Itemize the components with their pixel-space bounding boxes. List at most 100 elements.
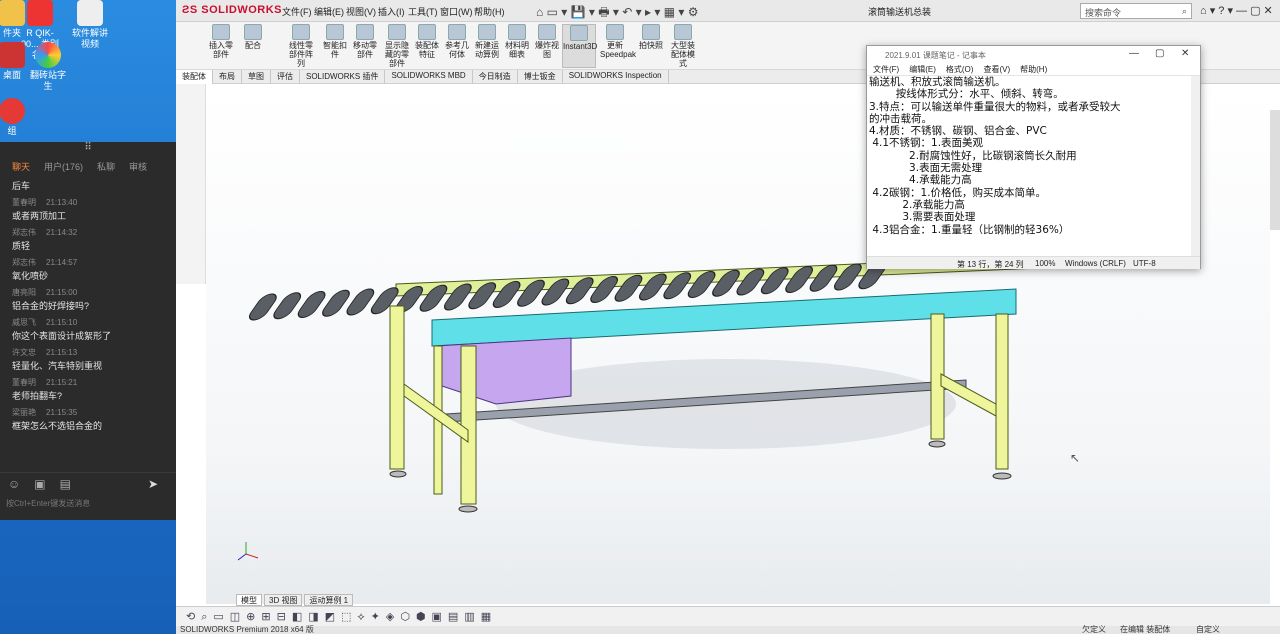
ribbon-button[interactable]: 移动零部件 [350, 24, 380, 59]
ribbon-icon [244, 24, 262, 40]
text-line: 的冲击载荷。 [869, 112, 932, 125]
notepad-scrollbar[interactable] [1191, 76, 1200, 256]
view-tools-icon[interactable]: ⟲⌕▭◫⊕⊞⊟◧◨◩⬚⟡✦◈⬡⬢▣▤▥▦ [186, 610, 497, 624]
chat-tabs: 聊天 用户(176) 私聊 审核 [0, 156, 176, 176]
screenshot-icon[interactable]: ▤ [60, 477, 71, 491]
notepad-title-bar[interactable]: 2021.9.01 课题笔记 - 记事本 — ▢ ✕ [867, 46, 1200, 64]
menu-view[interactable]: 视图(V) [346, 5, 376, 18]
np-menu-edit[interactable]: 编辑(E) [909, 64, 936, 75]
left-toolbar[interactable] [176, 84, 206, 284]
menu-window[interactable]: 窗口(W) [440, 5, 473, 18]
ribbon-icon [508, 24, 526, 40]
cm-tab[interactable]: 评估 [271, 70, 300, 84]
message-time: 21:13:40 [46, 198, 78, 207]
ribbon-button[interactable]: 材料明细表 [502, 24, 532, 59]
tab-review[interactable]: 审核 [129, 160, 147, 173]
ribbon-button[interactable]: 新建运动算例 [472, 24, 502, 59]
ribbon-button[interactable]: Instant3D [562, 24, 597, 68]
ribbon-icon [292, 24, 310, 40]
message-input[interactable]: 按Ctrl+Enter键发送消息 [0, 494, 176, 513]
leg-back-left [389, 305, 405, 470]
message-time: 21:15:00 [46, 288, 78, 297]
cm-tab[interactable]: 布局 [213, 70, 242, 84]
emoji-icon[interactable]: ☺ [8, 477, 20, 491]
chat-panel: ⠿ 聊天 用户(176) 私聊 审核 后车 董春明 21:13:40 或者两顶加工 … [0, 142, 176, 520]
cm-tab[interactable]: SOLIDWORKS 插件 [300, 70, 386, 84]
text-line: 4.承载能力高 [869, 174, 972, 187]
tab-model[interactable]: 模型 [236, 594, 262, 606]
ribbon-button[interactable]: 插入零部件 [206, 24, 236, 59]
cm-tab[interactable]: 装配体 [176, 70, 213, 84]
app-logo[interactable]: ƧS SOLIDWORKS [182, 4, 282, 16]
desktop-icon-video[interactable]: 软件解讲 视频 [70, 0, 110, 50]
close-icon[interactable]: ✕ [1181, 48, 1189, 59]
np-menu-help[interactable]: 帮助(H) [1020, 64, 1047, 75]
text-line: 4.材质：不锈钢、碳钢、铝合金、PVC [869, 125, 1047, 138]
cm-tab[interactable]: SOLIDWORKS Inspection [563, 70, 669, 84]
notepad-window[interactable]: 2021.9.01 课题笔记 - 记事本 — ▢ ✕ 文件(F) 编辑(E) 格… [866, 45, 1201, 269]
chat-message: 梁丽艳 21:15:35 框架怎么不选铝合金的 [12, 408, 103, 431]
sender-name: 威思飞 [12, 318, 36, 327]
sender-name: 董春明 [12, 198, 36, 207]
leg-front-left-2 [460, 345, 477, 505]
ribbon-button[interactable]: 爆炸视图 [532, 24, 562, 59]
minimize-icon[interactable]: — [1129, 48, 1139, 59]
tab-private[interactable]: 私聊 [97, 160, 115, 173]
ribbon-button[interactable]: 参考几何体 [442, 24, 472, 59]
ribbon-icon [356, 24, 374, 40]
chat-message: 郑志伟 21:14:32 质轻 [12, 228, 78, 251]
menu-help[interactable]: 帮助(H) [474, 5, 505, 18]
ribbon-icon [448, 24, 466, 40]
np-menu-format[interactable]: 格式(O) [946, 64, 974, 75]
text-line: 3.表面无需处理 [869, 162, 983, 175]
view-toolbar[interactable]: ⟲⌕▭◫⊕⊞⊟◧◨◩⬚⟡✦◈⬡⬢▣▤▥▦ [176, 606, 1280, 626]
desktop-icon-translate[interactable]: 翻砖站字生 [28, 42, 68, 92]
ribbon-button[interactable]: 配合 [238, 24, 268, 50]
help-icon[interactable]: ⌂ ▾ ? ▾ — ▢ ✕ [1200, 4, 1273, 17]
ribbon-button[interactable]: 线性零部件阵列 [286, 24, 316, 68]
tab-users[interactable]: 用户(176) [44, 160, 83, 173]
image-icon[interactable]: ▣ [34, 477, 45, 491]
document-title: 滚筒输送机总装 [868, 7, 932, 17]
cm-tab[interactable]: 草图 [242, 70, 271, 84]
desktop-icon-group[interactable]: 组 [0, 98, 32, 137]
notepad-text-area[interactable]: 输送机、积放式滚筒输送机。 按线体形式分：水平、倾斜、转弯。 3.特点：可以输送单… [867, 75, 1200, 255]
ribbon-button[interactable]: 智能扣件 [320, 24, 350, 59]
model-tabs: 模型 3D 视图 运动算例 1 [236, 594, 355, 606]
menu-tools[interactable]: 工具(T) [408, 5, 438, 18]
cm-tab[interactable]: 博士钣金 [518, 70, 563, 84]
title-bar: ƧS SOLIDWORKS 文件(F) 编辑(E) 视图(V) 插入(I) 工具… [176, 0, 1280, 22]
ribbon-button[interactable]: 显示隐藏的零部件 [382, 24, 412, 68]
text-line: 输送机、积放式滚筒输送机。 [869, 76, 1006, 88]
menu-edit[interactable]: 编辑(E) [314, 5, 344, 18]
menu-file[interactable]: 文件(F) [282, 5, 312, 18]
ribbon-button[interactable]: 更新Speedpak [600, 24, 636, 59]
tab-3d-view[interactable]: 3D 视图 [264, 594, 303, 606]
tab-chat[interactable]: 聊天 [12, 160, 30, 173]
ribbon-button[interactable]: 大型装配体模式 [668, 24, 698, 68]
tab-motion-study[interactable]: 运动算例 1 [304, 594, 354, 606]
cm-tab[interactable]: 今日制造 [473, 70, 518, 84]
notepad-menu: 文件(F) 编辑(E) 格式(O) 查看(V) 帮助(H) [867, 64, 1200, 75]
np-menu-file[interactable]: 文件(F) [873, 64, 899, 75]
maximize-icon[interactable]: ▢ [1155, 48, 1164, 59]
sender-name: 郑志伟 [12, 228, 36, 237]
ribbon-button[interactable]: 装配体特征 [412, 24, 442, 59]
send-icon[interactable]: ➤ [148, 477, 158, 491]
ribbon-button[interactable]: 拍快照 [636, 24, 666, 50]
search-input[interactable]: 搜索命令 ⌕ [1080, 3, 1192, 19]
message-list[interactable]: 后车 董春明 21:13:40 或者两顶加工 郑志伟 21:14:32 质轻 郑志伟 21… [0, 176, 176, 472]
drag-handle-icon[interactable]: ⠿ [0, 142, 176, 156]
chat-message: 董春明 21:13:40 或者两顶加工 [12, 198, 78, 221]
ribbon-icon [388, 24, 406, 40]
foot-pad [928, 440, 946, 448]
message-time: 21:14:57 [46, 258, 78, 267]
menu-insert[interactable]: 插入(I) [378, 5, 405, 18]
task-pane-tabs[interactable] [1270, 110, 1280, 230]
np-menu-view[interactable]: 查看(V) [983, 64, 1010, 75]
cm-tab[interactable]: SOLIDWORKS MBD [385, 70, 473, 84]
text-line: 4.1不锈钢：1.表面美观 [869, 137, 984, 150]
chat-message: 郑志伟 21:14:57 氧化喷砂 [12, 258, 78, 281]
foot-pad [389, 470, 407, 478]
home-icon[interactable]: ⌂ ▭ ▾ 💾 ▾ 🖶 ▾ ↶ ▾ ▸ ▾ ▦ ▾ ⚙ [536, 3, 699, 24]
